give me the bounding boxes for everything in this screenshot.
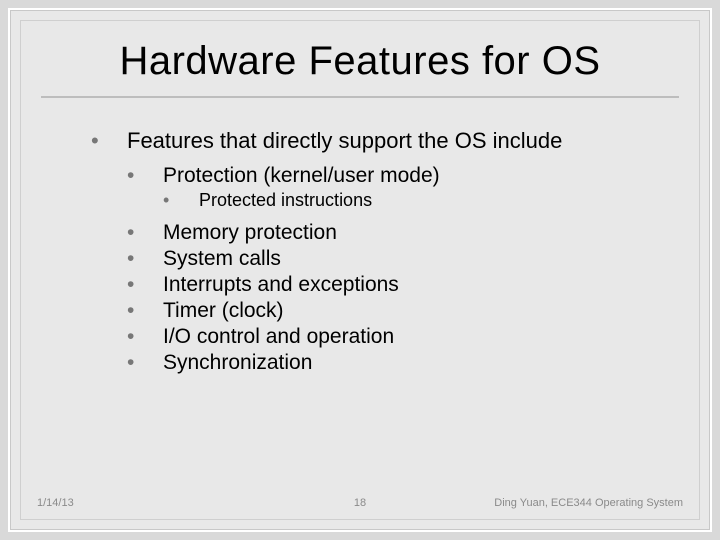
- bullet-lvl2: I/O control and operation: [127, 325, 649, 349]
- slide-inner: Hardware Features for OS Features that d…: [20, 20, 700, 520]
- footer-attribution: Ding Yuan, ECE344 Operating System: [494, 497, 683, 509]
- slide-body: Features that directly support the OS in…: [21, 106, 699, 375]
- slide-title: Hardware Features for OS: [41, 39, 679, 98]
- bullet-lvl3: Protected instructions: [163, 190, 649, 211]
- slide-frame: Hardware Features for OS Features that d…: [8, 8, 712, 532]
- slide-footer: 1/14/13 18 Ding Yuan, ECE344 Operating S…: [21, 489, 699, 509]
- bullet-lvl2: Protection (kernel/user mode): [127, 164, 649, 188]
- bullet-lvl2: Synchronization: [127, 351, 649, 375]
- bullet-lvl1: Features that directly support the OS in…: [91, 128, 649, 154]
- bullet-lvl2: Memory protection: [127, 221, 649, 245]
- bullet-lvl2: Timer (clock): [127, 299, 649, 323]
- bullet-lvl2: Interrupts and exceptions: [127, 273, 649, 297]
- bullet-lvl2: System calls: [127, 247, 649, 271]
